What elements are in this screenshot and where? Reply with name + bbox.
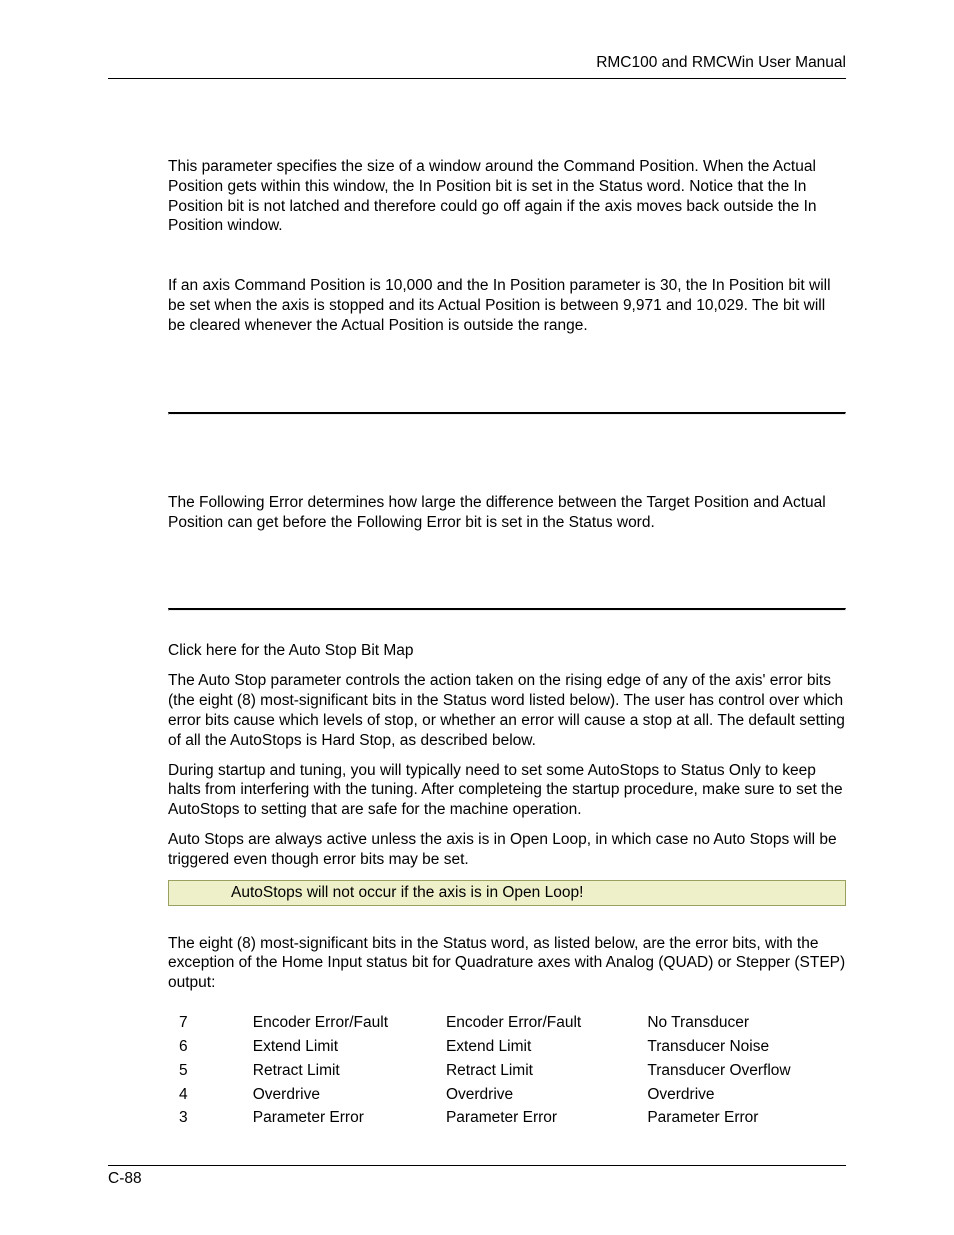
bit-number: 3 xyxy=(168,1106,253,1130)
page-footer: C-88 xyxy=(108,1165,846,1188)
table-row: 6 Extend Limit Extend Limit Transducer N… xyxy=(168,1035,846,1059)
link-autostop-bitmap[interactable]: Click here for the Auto Stop Bit Map xyxy=(168,641,846,661)
bit-col1: Parameter Error xyxy=(253,1106,446,1130)
bit-col1: Overdrive xyxy=(253,1083,446,1107)
table-row: 4 Overdrive Overdrive Overdrive xyxy=(168,1083,846,1107)
table-row: 3 Parameter Error Parameter Error Parame… xyxy=(168,1106,846,1130)
bit-number: 7 xyxy=(168,1011,253,1035)
bit-col3: Transducer Overflow xyxy=(647,1059,846,1083)
bit-col3: Transducer Noise xyxy=(647,1035,846,1059)
table-row: 5 Retract Limit Retract Limit Transducer… xyxy=(168,1059,846,1083)
bit-col2: Overdrive xyxy=(446,1083,647,1107)
para-inposition-2: If an axis Command Position is 10,000 an… xyxy=(168,276,846,335)
table-row: 7 Encoder Error/Fault Encoder Error/Faul… xyxy=(168,1011,846,1035)
page-header: RMC100 and RMCWin User Manual xyxy=(108,0,846,79)
bit-col2: Parameter Error xyxy=(446,1106,647,1130)
header-title: RMC100 and RMCWin User Manual xyxy=(596,54,846,71)
bit-col2: Retract Limit xyxy=(446,1059,647,1083)
bit-number: 6 xyxy=(168,1035,253,1059)
para-autostop-4: The eight (8) most-significant bits in t… xyxy=(168,934,846,993)
note-openloop: AutoStops will not occur if the axis is … xyxy=(168,880,846,906)
bit-col2: Extend Limit xyxy=(446,1035,647,1059)
note-text: AutoStops will not occur if the axis is … xyxy=(231,884,583,901)
page: RMC100 and RMCWin User Manual This param… xyxy=(0,0,954,1235)
para-inposition-1: This parameter specifies the size of a w… xyxy=(168,157,846,236)
bits-table: 7 Encoder Error/Fault Encoder Error/Faul… xyxy=(168,1011,846,1130)
bit-col3: Parameter Error xyxy=(647,1106,846,1130)
bit-col3: No Transducer xyxy=(647,1011,846,1035)
bit-col1: Encoder Error/Fault xyxy=(253,1011,446,1035)
page-number: C-88 xyxy=(108,1170,142,1187)
bit-col3: Overdrive xyxy=(647,1083,846,1107)
para-following-error: The Following Error determines how large… xyxy=(168,493,846,533)
bit-number: 5 xyxy=(168,1059,253,1083)
bit-col1: Extend Limit xyxy=(253,1035,446,1059)
bit-number: 4 xyxy=(168,1083,253,1107)
bit-col2: Encoder Error/Fault xyxy=(446,1011,647,1035)
para-autostop-2: During startup and tuning, you will typi… xyxy=(168,761,846,820)
para-autostop-3: Auto Stops are always active unless the … xyxy=(168,830,846,870)
bit-col1: Retract Limit xyxy=(253,1059,446,1083)
page-content: This parameter specifies the size of a w… xyxy=(108,79,846,1130)
para-autostop-1: The Auto Stop parameter controls the act… xyxy=(168,671,846,750)
